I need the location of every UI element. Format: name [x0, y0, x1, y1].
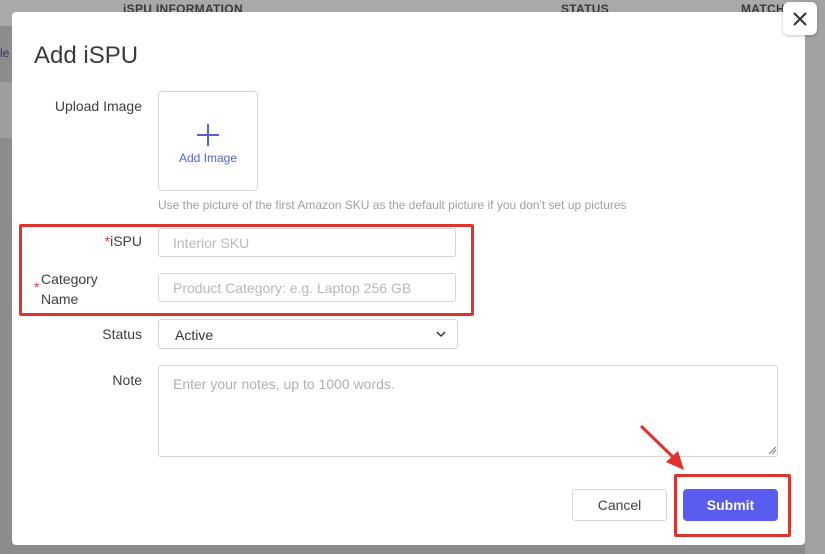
- close-icon: [793, 11, 807, 26]
- status-value: Active: [175, 327, 214, 343]
- highlight-box-submit: [674, 474, 791, 537]
- highlight-box-required-fields: [19, 224, 474, 316]
- dialog-title: Add iSPU: [34, 42, 139, 69]
- status-label: Status: [102, 326, 142, 342]
- add-image-button[interactable]: Add Image: [158, 91, 258, 191]
- resize-grip-icon[interactable]: [768, 446, 777, 455]
- background-edge: [805, 0, 825, 554]
- add-image-text: Add Image: [178, 151, 238, 165]
- add-ispu-dialog: Add iSPU Upload Image Add Image Use the …: [12, 12, 805, 545]
- chevron-down-icon: [436, 331, 446, 338]
- annotation-arrow-icon: [639, 424, 684, 470]
- close-button[interactable]: [783, 2, 817, 35]
- status-select[interactable]: Active: [158, 319, 458, 349]
- upload-hint: Use the picture of the first Amazon SKU …: [158, 198, 627, 212]
- note-label: Note: [112, 372, 142, 388]
- plus-icon: [197, 124, 219, 146]
- upload-image-label: Upload Image: [54, 98, 142, 114]
- cancel-button[interactable]: Cancel: [572, 489, 667, 521]
- background-fragment: le: [0, 46, 10, 60]
